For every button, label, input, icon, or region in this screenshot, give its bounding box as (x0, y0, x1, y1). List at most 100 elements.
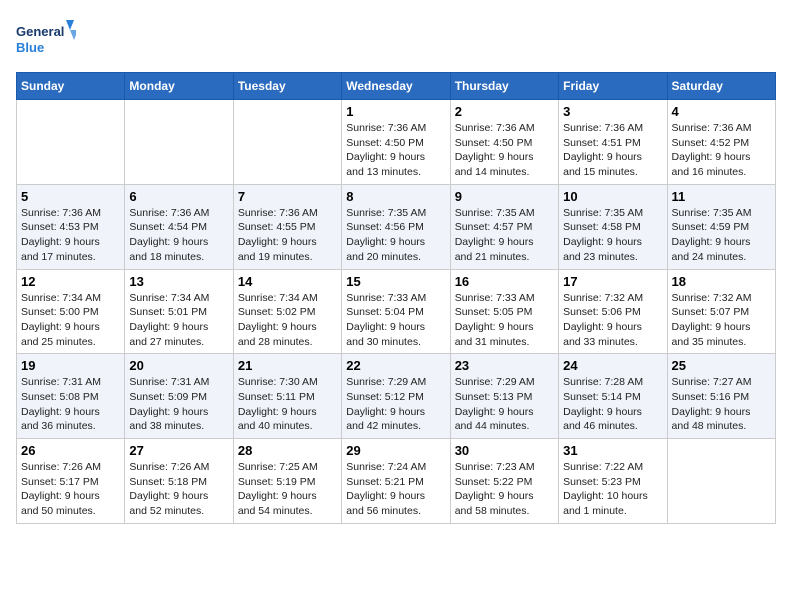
calendar-cell: 14 Sunrise: 7:34 AMSunset: 5:02 PMDayligh… (233, 269, 341, 354)
day-info: Sunrise: 7:36 AMSunset: 4:55 PMDaylight:… (238, 206, 337, 265)
day-info: Sunrise: 7:35 AMSunset: 4:56 PMDaylight:… (346, 206, 445, 265)
day-number: 27 (129, 443, 228, 458)
logo-svg: General Blue (16, 16, 76, 60)
day-number: 18 (672, 274, 771, 289)
weekday-header-wednesday: Wednesday (342, 73, 450, 100)
weekday-header-thursday: Thursday (450, 73, 558, 100)
weekday-header-friday: Friday (559, 73, 667, 100)
day-info: Sunrise: 7:29 AMSunset: 5:13 PMDaylight:… (455, 375, 554, 434)
logo: General Blue (16, 16, 76, 60)
calendar-cell (125, 100, 233, 185)
weekday-header-saturday: Saturday (667, 73, 775, 100)
day-info: Sunrise: 7:30 AMSunset: 5:11 PMDaylight:… (238, 375, 337, 434)
day-number: 5 (21, 189, 120, 204)
day-info: Sunrise: 7:36 AMSunset: 4:50 PMDaylight:… (346, 121, 445, 180)
day-number: 17 (563, 274, 662, 289)
calendar-cell: 6 Sunrise: 7:36 AMSunset: 4:54 PMDaylight… (125, 184, 233, 269)
day-info: Sunrise: 7:34 AMSunset: 5:02 PMDaylight:… (238, 291, 337, 350)
calendar-header: SundayMondayTuesdayWednesdayThursdayFrid… (17, 73, 776, 100)
day-info: Sunrise: 7:23 AMSunset: 5:22 PMDaylight:… (455, 460, 554, 519)
day-number: 24 (563, 358, 662, 373)
calendar-cell: 15 Sunrise: 7:33 AMSunset: 5:04 PMDayligh… (342, 269, 450, 354)
day-number: 8 (346, 189, 445, 204)
calendar-cell: 29 Sunrise: 7:24 AMSunset: 5:21 PMDayligh… (342, 439, 450, 524)
calendar-cell: 9 Sunrise: 7:35 AMSunset: 4:57 PMDaylight… (450, 184, 558, 269)
day-number: 29 (346, 443, 445, 458)
calendar-cell: 21Sunrise: 7:30 AMSunset: 5:11 PMDayligh… (233, 354, 341, 439)
day-number: 10 (563, 189, 662, 204)
calendar-week-1: 1 Sunrise: 7:36 AMSunset: 4:50 PMDaylight… (17, 100, 776, 185)
day-number: 28 (238, 443, 337, 458)
day-info: Sunrise: 7:36 AMSunset: 4:51 PMDaylight:… (563, 121, 662, 180)
calendar-cell (667, 439, 775, 524)
weekday-header-sunday: Sunday (17, 73, 125, 100)
calendar-cell: 2Sunrise: 7:36 AMSunset: 4:50 PMDaylight… (450, 100, 558, 185)
day-number: 23 (455, 358, 554, 373)
day-info: Sunrise: 7:22 AMSunset: 5:23 PMDaylight:… (563, 460, 662, 519)
calendar-cell (233, 100, 341, 185)
day-info: Sunrise: 7:24 AMSunset: 5:21 PMDaylight:… (346, 460, 445, 519)
calendar-week-5: 26Sunrise: 7:26 AMSunset: 5:17 PMDayligh… (17, 439, 776, 524)
day-number: 4 (672, 104, 771, 119)
day-info: Sunrise: 7:33 AMSunset: 5:05 PMDaylight:… (455, 291, 554, 350)
day-info: Sunrise: 7:35 AMSunset: 4:58 PMDaylight:… (563, 206, 662, 265)
calendar-cell: 10 Sunrise: 7:35 AMSunset: 4:58 PMDayligh… (559, 184, 667, 269)
day-info: Sunrise: 7:35 AMSunset: 4:59 PMDaylight:… (672, 206, 771, 265)
day-info: Sunrise: 7:34 AMSunset: 5:01 PMDaylight:… (129, 291, 228, 350)
day-number: 6 (129, 189, 228, 204)
calendar-week-3: 12Sunrise: 7:34 AMSunset: 5:00 PMDayligh… (17, 269, 776, 354)
day-number: 14 (238, 274, 337, 289)
calendar-cell: 3 Sunrise: 7:36 AMSunset: 4:51 PMDaylight… (559, 100, 667, 185)
day-info: Sunrise: 7:29 AMSunset: 5:12 PMDaylight:… (346, 375, 445, 434)
calendar-cell: 11 Sunrise: 7:35 AMSunset: 4:59 PMDayligh… (667, 184, 775, 269)
day-number: 1 (346, 104, 445, 119)
calendar-cell: 5 Sunrise: 7:36 AMSunset: 4:53 PMDaylight… (17, 184, 125, 269)
day-info: Sunrise: 7:33 AMSunset: 5:04 PMDaylight:… (346, 291, 445, 350)
calendar-cell: 8 Sunrise: 7:35 AMSunset: 4:56 PMDaylight… (342, 184, 450, 269)
calendar-cell: 18 Sunrise: 7:32 AMSunset: 5:07 PMDayligh… (667, 269, 775, 354)
calendar-cell: 27Sunrise: 7:26 AMSunset: 5:18 PMDayligh… (125, 439, 233, 524)
weekday-header-monday: Monday (125, 73, 233, 100)
calendar-cell: 1 Sunrise: 7:36 AMSunset: 4:50 PMDaylight… (342, 100, 450, 185)
day-number: 11 (672, 189, 771, 204)
calendar-table: SundayMondayTuesdayWednesdayThursdayFrid… (16, 72, 776, 524)
calendar-cell (17, 100, 125, 185)
day-info: Sunrise: 7:35 AMSunset: 4:57 PMDaylight:… (455, 206, 554, 265)
day-info: Sunrise: 7:25 AMSunset: 5:19 PMDaylight:… (238, 460, 337, 519)
day-info: Sunrise: 7:36 AMSunset: 4:53 PMDaylight:… (21, 206, 120, 265)
calendar-cell: 22 Sunrise: 7:29 AMSunset: 5:12 PMDayligh… (342, 354, 450, 439)
day-number: 25 (672, 358, 771, 373)
svg-text:General: General (16, 24, 64, 39)
day-number: 20 (129, 358, 228, 373)
day-number: 13 (129, 274, 228, 289)
day-number: 3 (563, 104, 662, 119)
day-number: 9 (455, 189, 554, 204)
day-number: 19 (21, 358, 120, 373)
day-info: Sunrise: 7:34 AMSunset: 5:00 PMDaylight:… (21, 291, 120, 350)
day-number: 16 (455, 274, 554, 289)
day-number: 22 (346, 358, 445, 373)
calendar-cell: 24Sunrise: 7:28 AMSunset: 5:14 PMDayligh… (559, 354, 667, 439)
day-info: Sunrise: 7:36 AMSunset: 4:54 PMDaylight:… (129, 206, 228, 265)
day-number: 31 (563, 443, 662, 458)
svg-text:Blue: Blue (16, 40, 44, 55)
day-number: 26 (21, 443, 120, 458)
day-info: Sunrise: 7:27 AMSunset: 5:16 PMDaylight:… (672, 375, 771, 434)
day-info: Sunrise: 7:36 AMSunset: 4:52 PMDaylight:… (672, 121, 771, 180)
calendar-cell: 7Sunrise: 7:36 AMSunset: 4:55 PMDaylight… (233, 184, 341, 269)
calendar-cell: 30Sunrise: 7:23 AMSunset: 5:22 PMDayligh… (450, 439, 558, 524)
day-info: Sunrise: 7:32 AMSunset: 5:07 PMDaylight:… (672, 291, 771, 350)
calendar-cell: 12Sunrise: 7:34 AMSunset: 5:00 PMDayligh… (17, 269, 125, 354)
calendar-cell: 19Sunrise: 7:31 AMSunset: 5:08 PMDayligh… (17, 354, 125, 439)
weekday-header-tuesday: Tuesday (233, 73, 341, 100)
calendar-cell: 20Sunrise: 7:31 AMSunset: 5:09 PMDayligh… (125, 354, 233, 439)
calendar-cell: 4 Sunrise: 7:36 AMSunset: 4:52 PMDaylight… (667, 100, 775, 185)
calendar-cell: 25 Sunrise: 7:27 AMSunset: 5:16 PMDayligh… (667, 354, 775, 439)
day-number: 15 (346, 274, 445, 289)
day-info: Sunrise: 7:36 AMSunset: 4:50 PMDaylight:… (455, 121, 554, 180)
calendar-cell: 23 Sunrise: 7:29 AMSunset: 5:13 PMDayligh… (450, 354, 558, 439)
calendar-cell: 13 Sunrise: 7:34 AMSunset: 5:01 PMDayligh… (125, 269, 233, 354)
calendar-cell: 16 Sunrise: 7:33 AMSunset: 5:05 PMDayligh… (450, 269, 558, 354)
calendar-cell: 31 Sunrise: 7:22 AMSunset: 5:23 PMDayligh… (559, 439, 667, 524)
calendar-cell: 26Sunrise: 7:26 AMSunset: 5:17 PMDayligh… (17, 439, 125, 524)
